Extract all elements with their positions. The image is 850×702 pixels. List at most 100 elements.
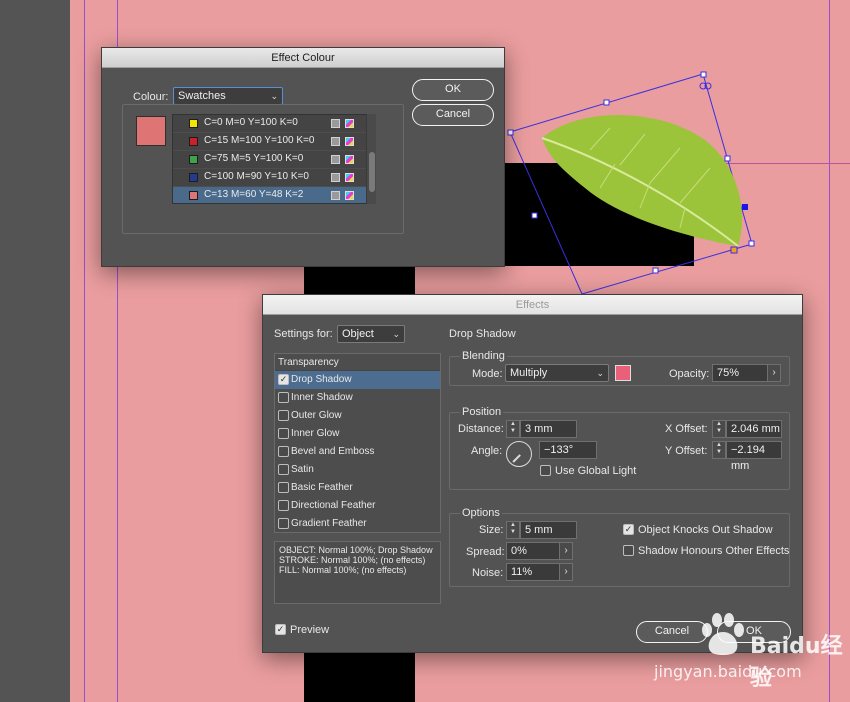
chevron-down-icon: ⌄ [392, 329, 400, 339]
effect-item[interactable]: Directional Feather [275, 497, 440, 515]
swatch-chip [189, 119, 198, 128]
effect-item[interactable]: Inner Glow [275, 425, 440, 443]
chevron-down-icon: ⌄ [596, 368, 604, 378]
effect-item[interactable]: Gradient Feather [275, 515, 440, 533]
process-colour-icon [331, 137, 340, 146]
effect-label: Basic Feather [291, 482, 353, 493]
effect-checkbox[interactable] [278, 428, 289, 439]
preview-label: Preview [290, 624, 330, 636]
swatch-list[interactable]: C=0 M=0 Y=100 K=0 C=15 M=100 Y=100 K=0 C=7… [172, 114, 376, 204]
effect-item[interactable]: Outer Glow [275, 407, 440, 425]
effect-checkbox[interactable] [278, 446, 289, 457]
effect-checkbox[interactable] [278, 518, 289, 529]
section-title: Drop Shadow [449, 328, 516, 340]
settings-for-value: Object [342, 328, 374, 340]
noise-field[interactable]: 11% [506, 563, 560, 581]
effect-item[interactable]: ✓ Drop Shadow [275, 371, 440, 389]
y-offset-label: Y Offset: [665, 445, 708, 457]
effect-checkbox[interactable] [278, 482, 289, 493]
summary-line: STROKE: Normal 100%; (no effects) [279, 555, 426, 565]
swatch-chip [189, 155, 198, 164]
distance-field[interactable]: 3 mm [520, 420, 577, 438]
effect-item[interactable]: Basic Feather [275, 479, 440, 497]
swatch-name: C=13 M=60 Y=48 K=2 [204, 189, 304, 200]
x-offset-stepper[interactable]: ▲ ▼ [712, 420, 726, 438]
effect-item[interactable]: Satin [275, 461, 440, 479]
effect-label: Inner Glow [291, 428, 340, 439]
distance-stepper[interactable]: ▲ ▼ [506, 420, 520, 438]
effect-item[interactable]: Bevel and Emboss [275, 443, 440, 461]
dialog-title: Effect Colour [102, 48, 504, 68]
effect-checkbox[interactable] [278, 500, 289, 511]
swatch-name: C=0 M=0 Y=100 K=0 [204, 117, 298, 128]
angle-dial[interactable] [506, 441, 532, 467]
process-colour-icon [331, 191, 340, 200]
x-offset-field[interactable]: 2.046 mm [726, 420, 782, 438]
cmyk-icon [345, 119, 354, 128]
noise-menu-button[interactable]: › [559, 563, 573, 581]
process-colour-icon [331, 155, 340, 164]
effect-label: Gradient Feather [291, 518, 367, 529]
opacity-label: Opacity: [669, 368, 710, 380]
angle-field[interactable]: −133° [539, 441, 597, 459]
distance-label: Distance: [458, 423, 504, 435]
options-title: Options [460, 507, 502, 519]
knocks-out-checkbox[interactable]: ✓ [623, 524, 634, 535]
spread-menu-button[interactable]: › [559, 542, 573, 560]
size-field[interactable]: 5 mm [520, 521, 577, 539]
ok-button[interactable]: OK [412, 79, 494, 101]
effect-label: Satin [291, 464, 314, 475]
cancel-button[interactable]: Cancel [412, 104, 494, 126]
y-offset-stepper[interactable]: ▲ ▼ [712, 441, 726, 459]
use-global-light-label: Use Global Light [555, 465, 637, 477]
swatch-row[interactable]: C=100 M=90 Y=10 K=0 [173, 169, 375, 187]
scroll-thumb[interactable] [369, 152, 375, 192]
settings-for-select[interactable]: Object ⌄ [337, 325, 405, 343]
honours-effects-checkbox[interactable] [623, 545, 634, 556]
frame-handle[interactable] [742, 204, 748, 210]
use-global-light-checkbox[interactable] [540, 465, 551, 476]
swatch-row[interactable]: C=13 M=60 Y=48 K=2 [173, 187, 375, 203]
y-offset-field[interactable]: −2.194 mm [726, 441, 782, 472]
swatch-chip [189, 191, 198, 200]
effect-item[interactable]: Inner Shadow [275, 389, 440, 407]
effect-label: Bevel and Emboss [291, 446, 375, 457]
size-stepper[interactable]: ▲ ▼ [506, 521, 520, 539]
swatch-row[interactable]: C=15 M=100 Y=100 K=0 [173, 133, 375, 151]
mode-label: Mode: [472, 368, 503, 380]
opacity-field[interactable]: 75% [712, 364, 768, 382]
margin-guide-left [84, 0, 85, 702]
effect-checkbox[interactable] [278, 392, 289, 403]
watermark-brand: Baidu经验 [750, 634, 843, 691]
swatch-chip [189, 137, 198, 146]
honours-effects-label: Shadow Honours Other Effects [638, 545, 790, 557]
effect-label: Inner Shadow [291, 392, 353, 403]
effect-checkbox[interactable] [278, 464, 289, 475]
cmyk-icon [345, 191, 354, 200]
selected-leaf-image[interactable] [500, 68, 770, 298]
swatch-row[interactable]: C=0 M=0 Y=100 K=0 [173, 115, 375, 133]
dialog-title: Effects [263, 295, 802, 315]
position-title: Position [460, 406, 504, 418]
spread-field[interactable]: 0% [506, 542, 560, 560]
cmyk-icon [345, 155, 354, 164]
preview-checkbox[interactable]: ✓ [275, 624, 286, 635]
x-offset-label: X Offset: [665, 423, 708, 435]
spread-label: Spread: [466, 546, 505, 558]
effect-checkbox[interactable] [278, 410, 289, 421]
effect-checkbox[interactable]: ✓ [278, 374, 289, 385]
opacity-menu-button[interactable]: › [767, 364, 781, 382]
blend-mode-value: Multiply [510, 367, 548, 379]
colour-source-select[interactable]: Swatches ⌄ [173, 87, 283, 105]
swatch-row[interactable]: C=75 M=5 Y=100 K=0 [173, 151, 375, 169]
effects-list: Transparency ✓ Drop Shadow Inner Shadow Out… [274, 353, 441, 533]
swatch-name: C=15 M=100 Y=100 K=0 [204, 135, 315, 146]
knocks-out-label: Object Knocks Out Shadow [638, 524, 773, 536]
pasteboard [0, 0, 70, 702]
blending-title: Blending [460, 350, 507, 362]
effect-label: Drop Shadow [291, 374, 352, 385]
shadow-colour-swatch[interactable] [615, 365, 631, 381]
effect-colour-dialog: Effect Colour Colour: Swatches ⌄ OK Canc… [101, 47, 505, 267]
swatch-scrollbar[interactable] [366, 114, 376, 204]
blend-mode-select[interactable]: Multiply ⌄ [505, 364, 609, 382]
